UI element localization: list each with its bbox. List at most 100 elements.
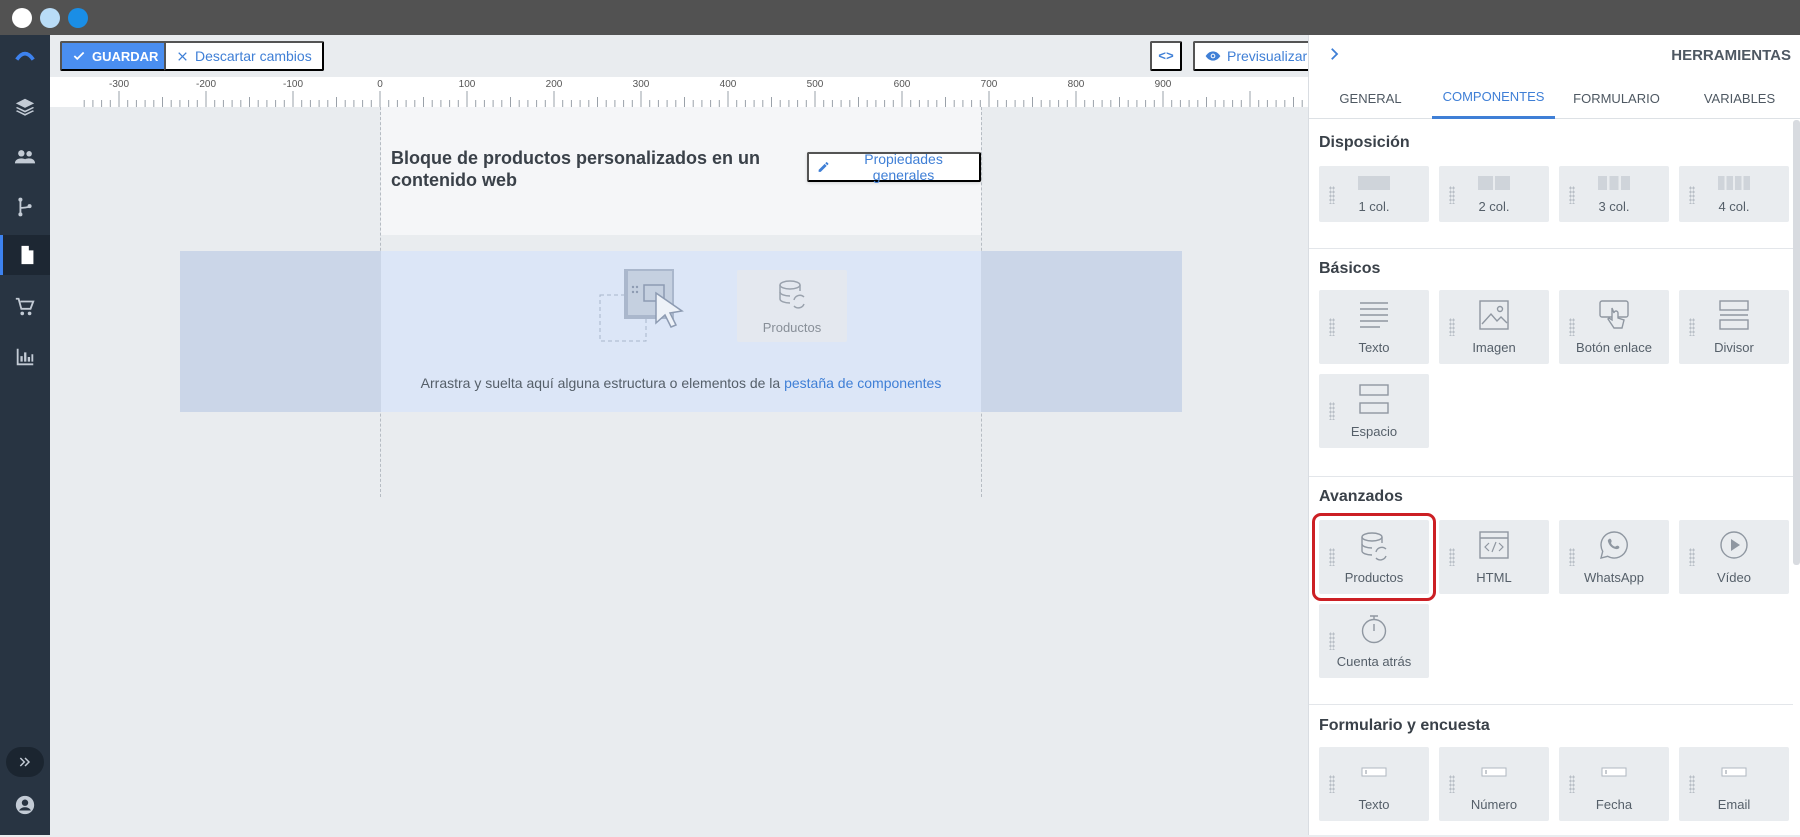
tile-image[interactable]: Imagen	[1439, 290, 1549, 364]
content-icon[interactable]	[0, 235, 50, 275]
contacts-icon[interactable]	[0, 137, 50, 177]
tile-countdown[interactable]: Cuenta atrás	[1319, 604, 1429, 678]
cart-icon[interactable]	[0, 287, 50, 327]
double-chevron-right-icon	[19, 757, 31, 767]
reports-icon[interactable]	[0, 337, 50, 377]
drag-handle-icon	[1329, 318, 1335, 336]
tile-label: 1 col.	[1358, 199, 1390, 214]
tile-products[interactable]: Productos	[1312, 513, 1436, 601]
tile-form-text[interactable]: Texto	[1319, 747, 1429, 821]
tab-form-label: FORMULARIO	[1573, 90, 1660, 106]
tile-spacer[interactable]: Espacio	[1319, 374, 1429, 448]
drag-handle-icon	[1449, 775, 1455, 793]
html-icon	[1479, 531, 1509, 559]
ruler-ticks	[83, 91, 1303, 107]
image-icon	[1479, 300, 1509, 330]
tile-text[interactable]: Texto	[1319, 290, 1429, 364]
divider	[1309, 476, 1793, 477]
drag-handle-icon	[1689, 318, 1695, 336]
tile-1-col[interactable]: 1 col.	[1319, 166, 1429, 222]
tab-form[interactable]: FORMULARIO	[1555, 77, 1678, 119]
dragged-products-ghost: Productos	[737, 270, 847, 342]
components-tab-link[interactable]: pestaña de componentes	[784, 375, 941, 391]
expand-sidebar-button[interactable]	[6, 747, 44, 777]
user-account-icon[interactable]	[0, 785, 50, 825]
section-advanced: Avanzados Productos HTML WhatsApp Vídeo …	[1309, 488, 1793, 678]
collapse-panel-button[interactable]	[1325, 45, 1343, 68]
video-icon	[1720, 531, 1748, 559]
ruler-label: 0	[377, 79, 383, 90]
close-icon	[178, 51, 187, 61]
ruler-label: 400	[719, 79, 737, 90]
number-field-icon	[1481, 767, 1507, 777]
four-column-icon	[1718, 176, 1750, 190]
tab-general[interactable]: GENERAL	[1309, 77, 1432, 119]
panel-scrollbar[interactable]	[1793, 120, 1800, 565]
tile-label: Texto	[1358, 797, 1390, 812]
preview-button[interactable]: Previsualizar	[1193, 41, 1320, 71]
tile-link-button[interactable]: Botón enlace	[1559, 290, 1669, 364]
page-title: Bloque de productos personalizados en un…	[391, 148, 761, 190]
drop-zone-text: Arrastra y suelta aquí alguna estructura…	[420, 375, 785, 391]
tile-label: Fecha	[1595, 797, 1633, 812]
one-column-icon	[1358, 176, 1390, 190]
section-basic-title: Básicos	[1319, 260, 1381, 277]
tile-form-email[interactable]: Email	[1679, 747, 1789, 821]
tile-whatsapp[interactable]: WhatsApp	[1559, 520, 1669, 594]
three-column-icon	[1598, 176, 1630, 190]
tile-label: Vídeo	[1717, 570, 1751, 585]
tile-video[interactable]: Vídeo	[1679, 520, 1789, 594]
layers-icon[interactable]	[0, 87, 50, 127]
tools-panel-header: HERRAMIENTAS	[1309, 35, 1800, 77]
products-icon	[1361, 532, 1387, 561]
tile-label: Imagen	[1472, 340, 1516, 355]
drop-zone[interactable]: Productos Arrastra y suelta aquí alguna …	[180, 251, 1182, 412]
products-icon	[779, 280, 805, 309]
drag-handle-icon	[1329, 402, 1335, 420]
drop-zone-inner: Productos Arrastra y suelta aquí alguna …	[381, 251, 981, 412]
drop-zone-hint: Arrastra y suelta aquí alguna estructura…	[381, 375, 981, 391]
general-properties-button[interactable]: Propiedades generales	[807, 151, 981, 183]
dragged-products-label: Productos	[762, 320, 822, 335]
drag-handle-icon	[1569, 775, 1575, 793]
ruler-label: 500	[806, 79, 824, 90]
tile-3-col[interactable]: 3 col.	[1559, 166, 1669, 222]
section-layout: Disposición 1 col. 2 col. 3 col. 4 col.	[1309, 134, 1793, 254]
countdown-icon	[1361, 615, 1387, 644]
tile-label: Cuenta atrás	[1336, 654, 1412, 669]
tools-tabs: GENERAL COMPONENTES FORMULARIO VARIABLES	[1309, 77, 1800, 119]
brand-logo-icon[interactable]	[0, 35, 50, 75]
drag-handle-icon	[1689, 775, 1695, 793]
drag-handle-icon	[1689, 548, 1695, 566]
tile-label: Botón enlace	[1576, 340, 1652, 355]
tile-label: Texto	[1358, 340, 1390, 355]
check-icon	[73, 51, 85, 61]
discard-changes-button[interactable]: Descartar cambios	[164, 41, 324, 71]
preview-label: Previsualizar	[1227, 48, 1308, 64]
tab-variables[interactable]: VARIABLES	[1678, 77, 1800, 119]
tile-divider[interactable]: Divisor	[1679, 290, 1789, 364]
tile-label: Productos	[1344, 570, 1404, 585]
general-properties-label: Propiedades generales	[864, 151, 943, 183]
tile-label: Espacio	[1350, 424, 1398, 439]
section-form-title: Formulario y encuesta	[1319, 717, 1490, 734]
code-view-button[interactable]: <>	[1150, 41, 1182, 71]
section-form: Formulario y encuesta Texto Número Fecha…	[1309, 717, 1793, 837]
tab-components[interactable]: COMPONENTES	[1432, 77, 1555, 119]
flows-icon[interactable]	[0, 187, 50, 227]
divider	[1309, 248, 1793, 249]
section-advanced-title: Avanzados	[1319, 488, 1403, 505]
pencil-icon	[818, 162, 829, 172]
window-minimize-dot[interactable]	[40, 8, 60, 28]
tile-2-col[interactable]: 2 col.	[1439, 166, 1549, 222]
tile-form-date[interactable]: Fecha	[1559, 747, 1669, 821]
window-close-dot[interactable]	[12, 8, 32, 28]
tile-label: HTML	[1476, 570, 1512, 585]
code-icon: <>	[1158, 48, 1174, 64]
drag-handle-icon	[1449, 548, 1455, 566]
tile-html[interactable]: HTML	[1439, 520, 1549, 594]
tile-form-number[interactable]: Número	[1439, 747, 1549, 821]
window-maximize-dot[interactable]	[68, 8, 88, 28]
tile-4-col[interactable]: 4 col.	[1679, 166, 1789, 222]
save-button[interactable]: GUARDAR	[60, 41, 171, 71]
